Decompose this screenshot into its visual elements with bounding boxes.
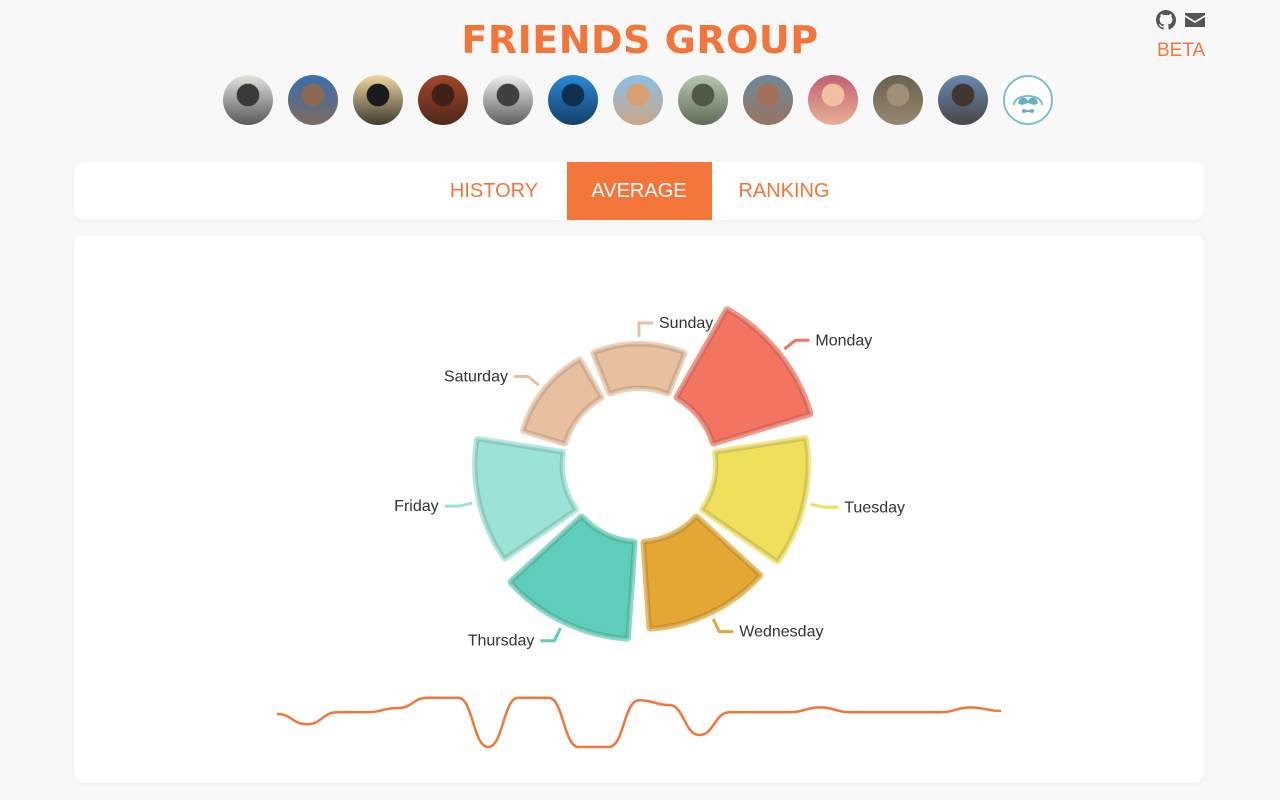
- github-icon[interactable]: [1156, 10, 1176, 30]
- leader-line-monday: [783, 338, 810, 351]
- label-saturday: Saturday: [444, 368, 508, 385]
- tab-ranking[interactable]: RANKING: [712, 162, 857, 220]
- avatar[interactable]: [743, 75, 793, 125]
- label-wednesday: Wednesday: [739, 624, 823, 641]
- tab-history[interactable]: HISTORY: [422, 162, 567, 220]
- mail-icon[interactable]: [1184, 10, 1206, 30]
- avatar[interactable]: [353, 75, 403, 125]
- view-tabs: HISTORY AVERAGE RANKING: [74, 162, 1204, 220]
- leader-line-sunday: [637, 321, 653, 337]
- leader-line-thursday: [540, 627, 562, 643]
- average-chart-card: Sunday Monday Tuesday Wednesday Thursday Frid…: [74, 235, 1204, 783]
- avatar[interactable]: [613, 75, 663, 125]
- mustache-icon: [1013, 95, 1043, 113]
- leader-line-wednesday: [711, 618, 734, 634]
- avatar[interactable]: [223, 75, 273, 125]
- label-monday: Monday: [815, 332, 872, 349]
- avatar[interactable]: [418, 75, 468, 125]
- trend-line: [276, 696, 1002, 749]
- avatar[interactable]: [808, 75, 858, 125]
- weekday-average-chart: Sunday Monday Tuesday Wednesday Thursday Frid…: [276, 306, 1002, 749]
- label-sunday: Sunday: [659, 315, 713, 332]
- beta-badge: BETA: [1157, 40, 1206, 61]
- label-friday: Friday: [394, 498, 438, 515]
- avatar[interactable]: [938, 75, 988, 125]
- leader-line-friday: [444, 501, 473, 508]
- add-friend-button[interactable]: [1003, 75, 1053, 125]
- leader-line-tuesday: [810, 502, 839, 509]
- leader-line-saturday: [513, 374, 540, 387]
- avatar[interactable]: [678, 75, 728, 125]
- avatar[interactable]: [288, 75, 338, 125]
- avatar[interactable]: [483, 75, 533, 125]
- label-tuesday: Tuesday: [844, 499, 905, 516]
- tab-average[interactable]: AVERAGE: [566, 162, 712, 220]
- header-links: [1156, 10, 1206, 30]
- label-thursday: Thursday: [468, 633, 535, 650]
- avatar[interactable]: [873, 75, 923, 125]
- avatar[interactable]: [548, 75, 598, 125]
- page-title: FRIENDS GROUP: [461, 18, 819, 62]
- friends-avatar-list: [223, 75, 1053, 125]
